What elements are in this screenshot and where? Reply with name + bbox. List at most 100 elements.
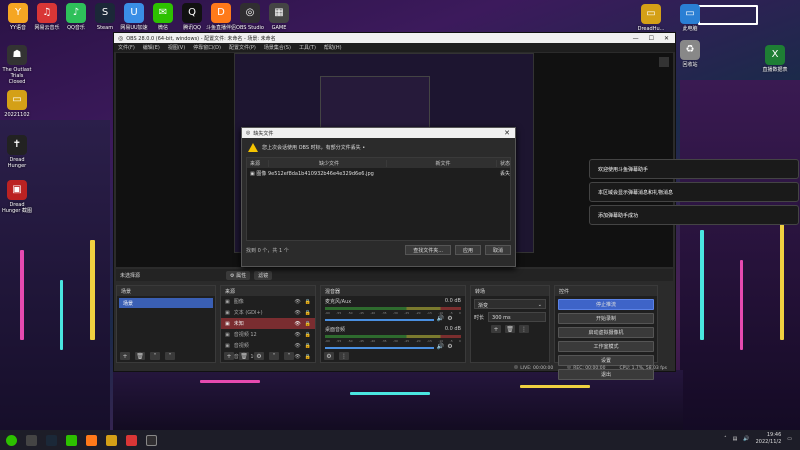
tray-chevron-icon[interactable]: ˄	[724, 436, 727, 442]
add-source-button[interactable]: +	[224, 352, 234, 360]
source-settings-button[interactable]: ⚙	[254, 352, 264, 360]
close-icon[interactable]: ✕	[664, 35, 669, 42]
remove-scene-button[interactable]: 🗑	[135, 352, 145, 360]
properties-button[interactable]: ⚙ 属性	[226, 270, 251, 280]
volume-slider[interactable]	[325, 319, 434, 321]
volume-slider[interactable]	[325, 347, 434, 349]
mixer-menu-button[interactable]: ⋮	[339, 352, 349, 360]
filters-button[interactable]: 滤镜	[254, 270, 273, 280]
source-item[interactable]: ▣ 音视频 12 👁 🔒	[221, 329, 315, 340]
desktop-icon[interactable]: S Steam	[90, 3, 120, 31]
clock[interactable]: 19:46 2022/11/2	[756, 432, 782, 446]
search-folder-button[interactable]: 查找文件夹...	[405, 245, 451, 255]
scene-item[interactable]: 场景	[119, 298, 213, 308]
menu-item[interactable]: 文件(F)	[118, 44, 135, 51]
desktop-icon[interactable]: ♫ 网易云音乐	[32, 3, 62, 31]
menu-item[interactable]: 配置文件(P)	[229, 44, 256, 51]
preview-scrollbar[interactable]	[659, 57, 669, 67]
menu-item[interactable]: 场景集合(S)	[264, 44, 291, 51]
add-transition-button[interactable]: +	[491, 325, 501, 333]
notification-center-icon[interactable]: ▭	[787, 436, 792, 442]
desktop-icon[interactable]: ▭ 此电脑	[675, 4, 705, 32]
missing-files-table: 来源 缺少文件 新文件 状态 ▣ 图像 9e512ef8da1b410932b4…	[246, 157, 511, 241]
scene-down-button[interactable]: ˅	[165, 352, 175, 360]
desktop-icon[interactable]: ♻ 回收站	[675, 40, 705, 68]
steam-taskbar-icon[interactable]	[46, 434, 57, 446]
source-item[interactable]: ▣ 图像 👁 🔒	[221, 296, 315, 307]
source-item[interactable]: ▣ 文本 (GDI+) 👁 🔒	[221, 307, 315, 318]
douyu-taskbar-icon[interactable]	[86, 434, 97, 446]
desktop-icon[interactable]: ◎ OBS Studio	[235, 3, 265, 31]
control-button[interactable]: 停止推流	[558, 299, 654, 310]
visibility-eye-icon[interactable]: 👁	[294, 321, 300, 327]
netease-taskbar-icon[interactable]	[126, 434, 137, 446]
desktop-icon[interactable]: ✝ Dread Hunger	[2, 135, 32, 169]
apply-button[interactable]: 应用	[454, 245, 481, 255]
desktop-icon[interactable]: D 斗鱼直播伴侣	[206, 3, 236, 31]
lock-icon[interactable]: 🔒	[305, 310, 311, 316]
transition-select[interactable]: 渐变 ⌄	[474, 299, 546, 309]
cancel-button[interactable]: 取消	[484, 245, 511, 255]
duration-input[interactable]: 300 ms	[488, 312, 546, 322]
minimize-icon[interactable]: —	[633, 35, 639, 42]
source-item[interactable]: ▣ 音视频 👁 🔒	[221, 340, 315, 351]
meter-scale-tick: -15	[426, 311, 432, 315]
visibility-eye-icon[interactable]: 👁	[294, 310, 300, 316]
start-icon[interactable]	[6, 434, 17, 446]
lock-icon[interactable]: 🔒	[305, 299, 311, 305]
visibility-eye-icon[interactable]: 👁	[294, 332, 300, 338]
volume-meter	[325, 307, 461, 310]
volume-icon[interactable]: 🔊	[743, 436, 749, 442]
speaker-icon[interactable]: 🔊	[437, 343, 444, 350]
desktop-icon[interactable]: ▣ Dread Hunger 截图	[2, 180, 32, 214]
folder-taskbar-icon[interactable]	[106, 434, 117, 446]
lock-icon[interactable]: 🔒	[305, 332, 311, 338]
dialog-titlebar[interactable]: ◎ 缺失文件 ✕	[242, 128, 515, 138]
desktop-icon[interactable]: ▭ DreadHu...	[636, 4, 666, 32]
remove-transition-button[interactable]: 🗑	[505, 325, 515, 333]
search-icon[interactable]	[26, 434, 37, 446]
source-up-button[interactable]: ˄	[269, 352, 279, 360]
channel-settings-icon[interactable]: ⚙	[447, 343, 452, 350]
speaker-icon[interactable]: 🔊	[437, 315, 444, 322]
lock-icon[interactable]: 🔒	[305, 343, 311, 349]
source-item[interactable]: ▣ 未知 👁 🔒	[221, 318, 315, 329]
desktop-icon[interactable]: Y YY语音	[3, 3, 33, 31]
visibility-eye-icon[interactable]: 👁	[294, 354, 300, 360]
desktop-icon[interactable]: X 直播数据表	[760, 45, 790, 73]
maximize-icon[interactable]: ☐	[649, 35, 654, 42]
source-down-button[interactable]: ˅	[284, 352, 294, 360]
mixer-settings-button[interactable]: ⚙	[324, 352, 334, 360]
desktop-icon[interactable]: U 网易UU加速	[119, 3, 149, 31]
wechat-taskbar-icon[interactable]	[66, 434, 77, 446]
remove-source-button[interactable]: 🗑	[239, 352, 249, 360]
desktop-icon[interactable]: ♪ QQ音乐	[61, 3, 91, 31]
dialog-close-icon[interactable]: ✕	[504, 129, 515, 137]
obs-titlebar[interactable]: ◎ OBS 28.0.0 (64-bit, windows) - 配置文件: 未…	[114, 33, 675, 43]
control-button[interactable]: 启动虚拟摄像机	[558, 327, 654, 338]
desktop-icon[interactable]: ▦ GAME	[264, 3, 294, 31]
scene-up-button[interactable]: ˄	[150, 352, 160, 360]
visibility-eye-icon[interactable]: 👁	[294, 343, 300, 349]
channel-settings-icon[interactable]: ⚙	[447, 315, 452, 322]
transition-menu-button[interactable]: ⋮	[519, 325, 529, 333]
menu-item[interactable]: 编辑(E)	[143, 44, 160, 51]
obs-menubar: 文件(F) 编辑(E) 视图(V) 停靠窗口(D) 配置文件(P) 场景集合(S) 工具(T…	[114, 43, 675, 52]
visibility-eye-icon[interactable]: 👁	[294, 299, 300, 305]
menu-item[interactable]: 工具(T)	[299, 44, 316, 51]
lock-icon[interactable]: 🔒	[305, 321, 311, 327]
menu-item[interactable]: 帮助(H)	[324, 44, 342, 51]
control-button[interactable]: 工作室模式	[558, 341, 654, 352]
control-button[interactable]: 开始录制	[558, 313, 654, 324]
desktop-icon[interactable]: ☗ The Outlast Trials Closed	[2, 45, 32, 85]
table-row[interactable]: ▣ 图像 9e512ef8da1b410932b46e4e329d6e6.jpg…	[247, 168, 510, 178]
menu-item[interactable]: 停靠窗口(D)	[193, 44, 221, 51]
add-scene-button[interactable]: +	[120, 352, 130, 360]
menu-item[interactable]: 视图(V)	[168, 44, 185, 51]
desktop-icon[interactable]: ✉ 微信	[148, 3, 178, 31]
lock-icon[interactable]: 🔒	[305, 354, 311, 360]
desktop-icon[interactable]: Q 腾讯QQ	[177, 3, 207, 31]
network-icon[interactable]: ▤	[733, 436, 738, 442]
desktop-icon[interactable]: ▭ 20221102	[2, 90, 32, 118]
obs-taskbar-icon[interactable]	[146, 434, 157, 446]
